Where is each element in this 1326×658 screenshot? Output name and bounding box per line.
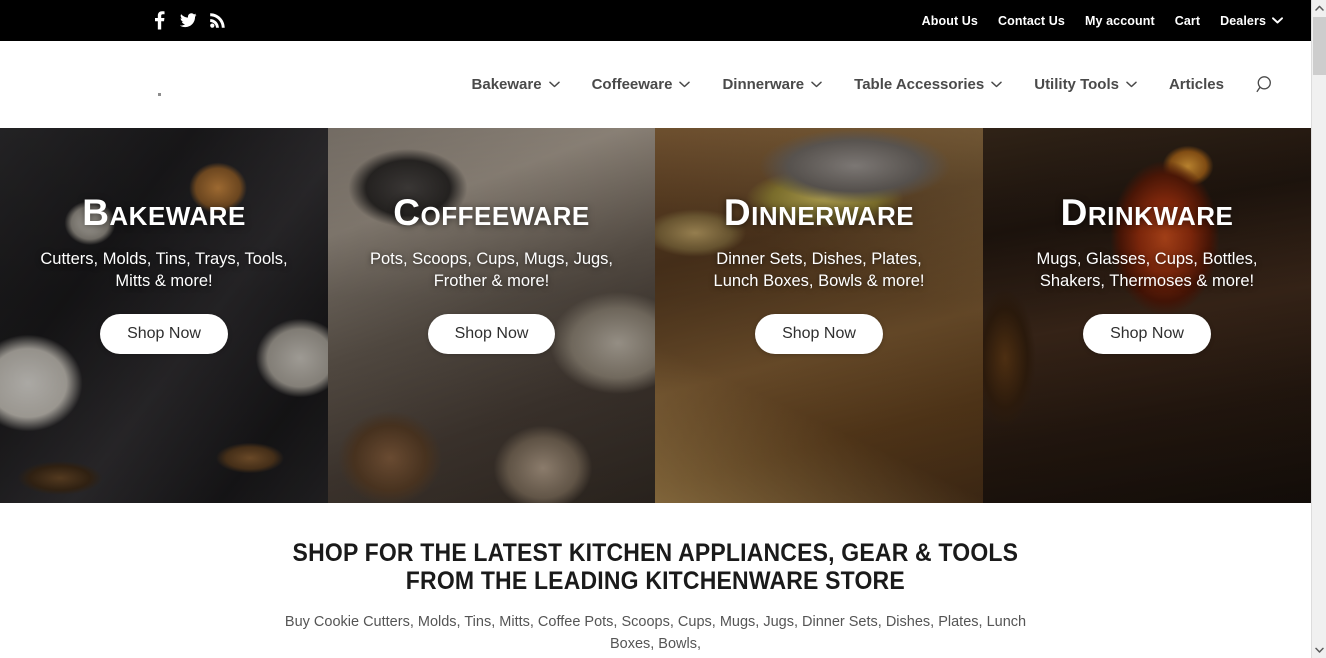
top-utility-bar: About Us Contact Us My account Cart Deal… [0, 0, 1311, 41]
scrollbar-thumb[interactable] [1313, 17, 1326, 75]
topnav-label: Cart [1174, 13, 1201, 28]
hero-card-subtitle: Pots, Scoops, Cups, Mugs, Jugs, Frother … [369, 249, 614, 290]
facebook-icon[interactable] [150, 11, 168, 30]
topnav-label: My account [1084, 13, 1155, 28]
nav-item-articles[interactable]: Articles [1153, 76, 1240, 93]
promo-paragraph: Buy Cookie Cutters, Molds, Tins, Mitts, … [276, 612, 1036, 658]
logo-placeholder-mark [158, 92, 161, 96]
chevron-down-icon [679, 81, 691, 88]
nav-item-coffeeware[interactable]: Coffeeware [576, 76, 707, 93]
topnav-label: Contact Us [997, 13, 1065, 28]
hero-card-dinnerware[interactable]: Dinnerware Dinner Sets, Dishes, Plates, … [655, 128, 983, 503]
nav-label: Table Accessories [854, 76, 985, 93]
promo-heading-line-2: FROM THE LEADING KITCHENWARE STORE [405, 567, 906, 595]
hero-card-bakeware[interactable]: Bakeware Cutters, Molds, Tins, Trays, To… [0, 128, 328, 503]
promo-section: SHOP FOR THE LATEST KITCHEN APPLIANCES, … [0, 503, 1311, 658]
nav-item-bakeware[interactable]: Bakeware [456, 76, 576, 93]
shop-now-button[interactable]: Shop Now [755, 314, 883, 355]
vertical-scrollbar[interactable] [1311, 0, 1326, 658]
shop-now-button[interactable]: Shop Now [1083, 314, 1211, 355]
hero-card-title: Drinkware [1060, 192, 1234, 233]
hero-card-coffeeware[interactable]: Coffeeware Pots, Scoops, Cups, Mugs, Jug… [328, 128, 655, 503]
hero-card-subtitle: Cutters, Molds, Tins, Trays, Tools, Mitt… [40, 249, 288, 290]
nav-label: Dinnerware [722, 76, 805, 93]
top-nav: About Us Contact Us My account Cart Deal… [922, 0, 1283, 41]
promo-paragraph-line-1: Buy Cookie Cutters, Molds, Tins, Mitts, … [284, 614, 1027, 652]
scroll-down-arrow-icon[interactable] [1312, 642, 1326, 658]
chevron-down-icon [548, 81, 560, 88]
social-links [150, 11, 226, 30]
chevron-down-icon [1126, 81, 1137, 88]
topnav-item-about-us[interactable]: About Us [922, 14, 978, 28]
promo-heading-line-1: SHOP FOR THE LATEST KITCHEN APPLIANCES, … [292, 539, 1019, 567]
hero-card-title: Coffeeware [393, 192, 590, 233]
nav-item-table-accessories[interactable]: Table Accessories [838, 76, 1018, 93]
nav-item-dinnerware[interactable]: Dinnerware [706, 76, 838, 93]
promo-heading: SHOP FOR THE LATEST KITCHEN APPLIANCES, … [293, 539, 1019, 595]
page-root: About Us Contact Us My account Cart Deal… [0, 0, 1311, 658]
topnav-label: Dealers [1220, 13, 1266, 28]
main-nav: Bakeware Coffeeware Dinnerware Table Acc… [456, 41, 1289, 128]
chevron-down-icon [1272, 17, 1283, 24]
nav-label: Utility Tools [1034, 76, 1119, 93]
topnav-item-my-account[interactable]: My account [1085, 14, 1155, 28]
rss-icon[interactable] [208, 12, 226, 30]
topnav-label: About Us [921, 13, 978, 28]
search-icon[interactable] [1240, 75, 1289, 94]
hero-card-subtitle: Dinner Sets, Dishes, Plates, Lunch Boxes… [713, 249, 925, 290]
chevron-down-icon [811, 81, 822, 88]
chevron-down-icon [991, 81, 1002, 88]
nav-label: Articles [1168, 76, 1224, 93]
topnav-item-contact-us[interactable]: Contact Us [998, 14, 1065, 28]
site-header: Bakeware Coffeeware Dinnerware Table Acc… [0, 41, 1311, 128]
twitter-icon[interactable] [179, 12, 197, 30]
nav-label: Coffeeware [591, 76, 673, 93]
hero-category-grid: Bakeware Cutters, Molds, Tins, Trays, To… [0, 128, 1311, 503]
topnav-item-cart[interactable]: Cart [1175, 14, 1200, 28]
hero-card-title: Dinnerware [723, 192, 915, 233]
hero-card-title: Bakeware [82, 192, 246, 233]
hero-card-subtitle: Mugs, Glasses, Cups, Bottles, Shakers, T… [1036, 249, 1258, 290]
hero-card-drinkware[interactable]: Drinkware Mugs, Glasses, Cups, Bottles, … [983, 128, 1311, 503]
nav-label: Bakeware [471, 76, 542, 93]
shop-now-button[interactable]: Shop Now [427, 314, 556, 355]
shop-now-button[interactable]: Shop Now [100, 314, 228, 355]
topnav-item-dealers[interactable]: Dealers [1220, 14, 1283, 28]
scroll-up-arrow-icon[interactable] [1312, 0, 1326, 16]
site-logo[interactable] [60, 60, 320, 110]
nav-item-utility-tools[interactable]: Utility Tools [1018, 76, 1153, 93]
